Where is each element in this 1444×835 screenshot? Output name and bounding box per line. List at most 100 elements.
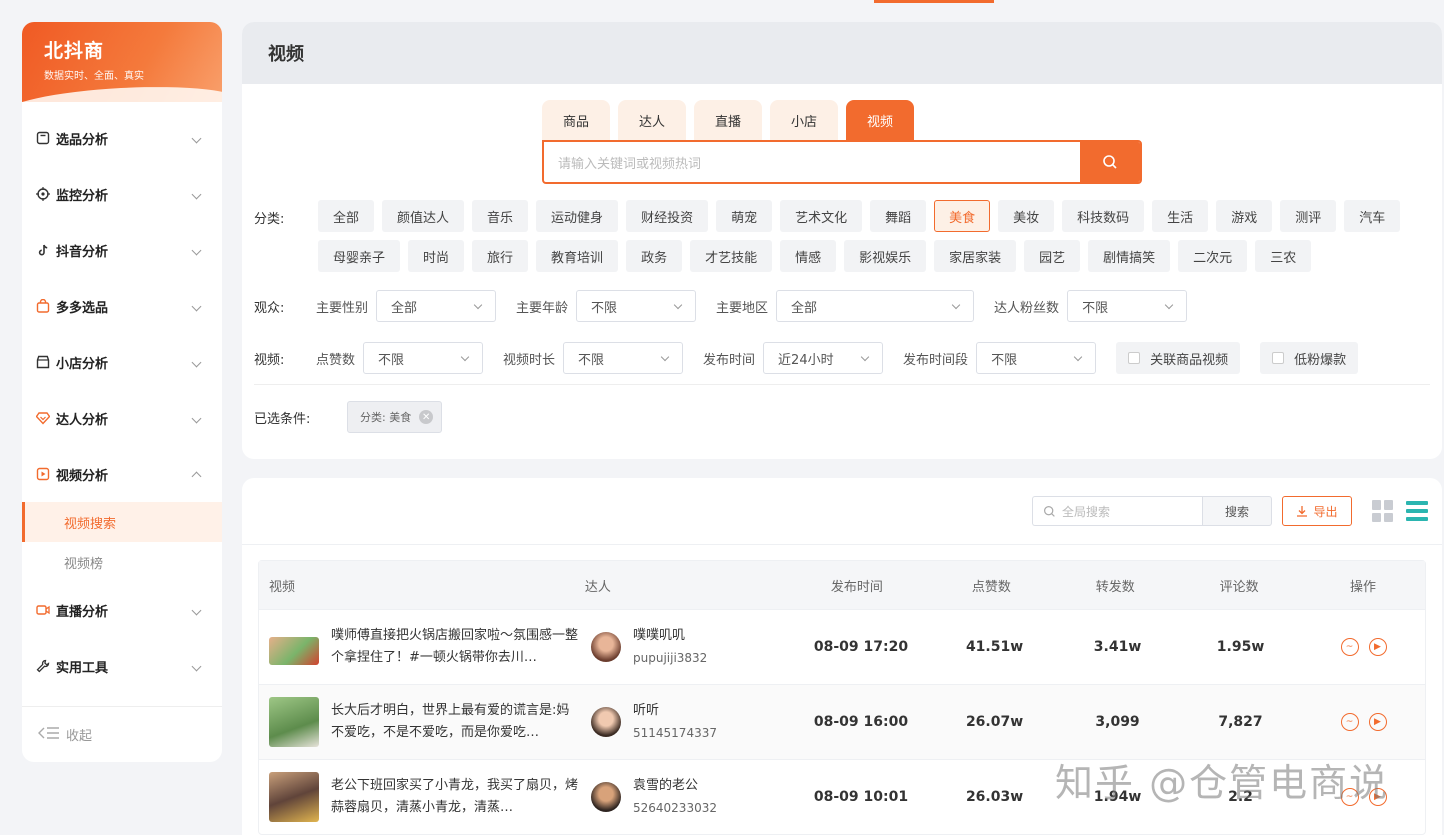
grid-view-icon[interactable] bbox=[1372, 500, 1394, 522]
category-chip[interactable]: 二次元 bbox=[1178, 240, 1248, 272]
category-chip[interactable]: 测评 bbox=[1280, 200, 1337, 232]
select-value: 全部 bbox=[391, 300, 418, 316]
list-view-icon[interactable] bbox=[1406, 501, 1428, 521]
video-title[interactable]: 长大后才明白，世界上最有爱的谎言是:妈不爱吃，不是不爱吃，而是你爱吃… bbox=[331, 700, 581, 744]
col-time[interactable]: 发布时间 bbox=[784, 576, 929, 595]
fans-select[interactable]: 不限 bbox=[1067, 290, 1188, 322]
sidebar-subitem-video-rank[interactable]: 视频榜 bbox=[22, 542, 222, 582]
video-thumbnail[interactable] bbox=[269, 697, 319, 747]
sidebar-item-douyin-analysis[interactable]: 抖音分析 bbox=[22, 222, 222, 278]
category-chip[interactable]: 舞蹈 bbox=[870, 200, 927, 232]
tab-product[interactable]: 商品 bbox=[542, 100, 610, 140]
collapse-button[interactable]: 收起 bbox=[22, 706, 222, 762]
category-chip[interactable]: 三农 bbox=[1255, 240, 1312, 272]
category-chip[interactable]: 科技数码 bbox=[1062, 200, 1145, 232]
linked-product-checkbox[interactable]: 关联商品视频 bbox=[1116, 342, 1241, 374]
age-select[interactable]: 不限 bbox=[576, 290, 697, 322]
category-chip[interactable]: 剧情搞笑 bbox=[1088, 240, 1171, 272]
category-chip[interactable]: 旅行 bbox=[472, 240, 529, 272]
tab-talent[interactable]: 达人 bbox=[618, 100, 686, 140]
avatar[interactable] bbox=[591, 782, 621, 812]
video-thumbnail[interactable] bbox=[269, 637, 319, 665]
category-chip[interactable]: 生活 bbox=[1152, 200, 1209, 232]
video-cell: 噗师傅直接把火锅店搬回家啦～氛围感一整个拿捏住了！#一顿火锅带你去川… bbox=[259, 625, 581, 669]
category-chip[interactable]: 游戏 bbox=[1216, 200, 1273, 232]
sidebar-item-product-analysis[interactable]: 选品分析 bbox=[22, 110, 222, 166]
category-chip[interactable]: 艺术文化 bbox=[780, 200, 863, 232]
gender-select[interactable]: 全部 bbox=[376, 290, 497, 322]
brand-logo[interactable]: 北抖商 数据实时、全面、真实 bbox=[22, 22, 222, 102]
category-chip[interactable]: 颜值达人 bbox=[382, 200, 465, 232]
publish-period-select[interactable]: 不限 bbox=[976, 342, 1097, 374]
table-row[interactable]: 长大后才明白，世界上最有爱的谎言是:妈不爱吃，不是不爱吃，而是你爱吃… 听听 51… bbox=[259, 684, 1425, 759]
video-icon bbox=[36, 467, 50, 481]
export-button[interactable]: 导出 bbox=[1282, 496, 1352, 526]
category-chip[interactable]: 汽车 bbox=[1344, 200, 1401, 232]
table-row[interactable]: 噗师傅直接把火锅店搬回家啦～氛围感一整个拿捏住了！#一顿火锅带你去川… 噗噗叽叽… bbox=[259, 609, 1425, 684]
video-title[interactable]: 老公下班回家买了小青龙，我买了扇贝，烤蒜蓉扇贝，清蒸小青龙，清蒸… bbox=[331, 775, 581, 819]
actions-cell: ~ ▶ bbox=[1302, 638, 1425, 656]
col-comments[interactable]: 评论数 bbox=[1177, 576, 1301, 595]
trend-icon[interactable]: ~ bbox=[1340, 638, 1359, 656]
play-icon[interactable]: ▶ bbox=[1368, 713, 1387, 731]
sidebar-item-talent-analysis[interactable]: 达人分析 bbox=[22, 390, 222, 446]
search-input[interactable]: 请输入关键词或视频热词 bbox=[544, 142, 1080, 182]
tab-live[interactable]: 直播 bbox=[694, 100, 762, 140]
talent-name[interactable]: 噗噗叽叽 bbox=[633, 625, 707, 647]
publish-time: 08-09 10:01 bbox=[813, 789, 909, 805]
category-chip[interactable]: 母婴亲子 bbox=[318, 240, 401, 272]
sidebar-item-duoduo-selection[interactable]: 多多选品 bbox=[22, 278, 222, 334]
sidebar-item-monitor-analysis[interactable]: 监控分析 bbox=[22, 166, 222, 222]
category-chip[interactable]: 全部 bbox=[318, 200, 375, 232]
video-thumbnail[interactable] bbox=[269, 772, 319, 822]
category-chip[interactable]: 时尚 bbox=[408, 240, 465, 272]
actions-cell: ~ ▶ bbox=[1302, 713, 1425, 731]
global-search-button[interactable]: 搜索 bbox=[1202, 496, 1272, 526]
play-icon[interactable]: ▶ bbox=[1368, 638, 1387, 656]
talent-name[interactable]: 袁雪的老公 bbox=[633, 775, 717, 797]
tab-video[interactable]: 视频 bbox=[846, 100, 914, 140]
audience-filter-row: 观众: 主要性别 全部 主要年龄 不限 主要地区 全部 达人粉丝数 不限 bbox=[254, 290, 1207, 322]
category-chip[interactable]: 萌宠 bbox=[716, 200, 773, 232]
col-likes[interactable]: 点赞数 bbox=[929, 576, 1053, 595]
col-shares[interactable]: 转发数 bbox=[1053, 576, 1177, 595]
category-chip[interactable]: 教育培训 bbox=[536, 240, 619, 272]
category-chip[interactable]: 家居家装 bbox=[934, 240, 1017, 272]
avatar[interactable] bbox=[591, 707, 621, 737]
trend-icon[interactable]: ~ bbox=[1340, 713, 1359, 731]
sidebar-item-label: 实用工具 bbox=[56, 660, 109, 676]
bag-icon bbox=[36, 299, 50, 313]
duration-select[interactable]: 不限 bbox=[563, 342, 684, 374]
category-chip[interactable]: 音乐 bbox=[472, 200, 529, 232]
category-chip[interactable]: 才艺技能 bbox=[690, 240, 773, 272]
sidebar-item-video-analysis[interactable]: 视频分析 bbox=[22, 446, 222, 502]
search-button[interactable] bbox=[1080, 142, 1140, 182]
close-icon[interactable]: ✕ bbox=[419, 410, 434, 424]
avatar[interactable] bbox=[591, 632, 621, 662]
sidebar-item-live-analysis[interactable]: 直播分析 bbox=[22, 582, 222, 638]
filter-panel: 视频 商品 达人 直播 小店 视频 请输入关键词或视频热词 分类: 全部 颜值达人… bbox=[242, 22, 1442, 459]
category-chip[interactable]: 财经投资 bbox=[626, 200, 709, 232]
sidebar-item-tools[interactable]: 实用工具 bbox=[22, 638, 222, 694]
category-chip[interactable]: 园艺 bbox=[1024, 240, 1081, 272]
filter-label: 主要年龄 bbox=[516, 300, 569, 316]
global-search-input[interactable]: 全局搜索 bbox=[1032, 496, 1202, 526]
sidebar-item-label: 选品分析 bbox=[56, 132, 109, 148]
video-title[interactable]: 噗师傅直接把火锅店搬回家啦～氛围感一整个拿捏住了！#一顿火锅带你去川… bbox=[331, 625, 581, 669]
category-chip[interactable]: 影视娱乐 bbox=[844, 240, 927, 272]
sidebar-subitem-video-search[interactable]: 视频搜索 bbox=[22, 502, 222, 542]
category-chip[interactable]: 情感 bbox=[780, 240, 837, 272]
tab-shop[interactable]: 小店 bbox=[770, 100, 838, 140]
category-chip[interactable]: 运动健身 bbox=[536, 200, 619, 232]
low-fans-hit-checkbox[interactable]: 低粉爆款 bbox=[1260, 342, 1359, 374]
category-chip[interactable]: 美妆 bbox=[998, 200, 1055, 232]
likes-select[interactable]: 不限 bbox=[363, 342, 484, 374]
talent-cell: 听听 51145174337 bbox=[581, 700, 789, 744]
sidebar-item-shop-analysis[interactable]: 小店分析 bbox=[22, 334, 222, 390]
publish-time-select[interactable]: 近24小时 bbox=[763, 342, 884, 374]
category-chip[interactable]: 政务 bbox=[626, 240, 683, 272]
region-select[interactable]: 全部 bbox=[776, 290, 975, 322]
category-chip[interactable]: 美食 bbox=[934, 200, 991, 232]
likes-value: 41.51w bbox=[965, 639, 1024, 655]
talent-name[interactable]: 听听 bbox=[633, 700, 717, 722]
